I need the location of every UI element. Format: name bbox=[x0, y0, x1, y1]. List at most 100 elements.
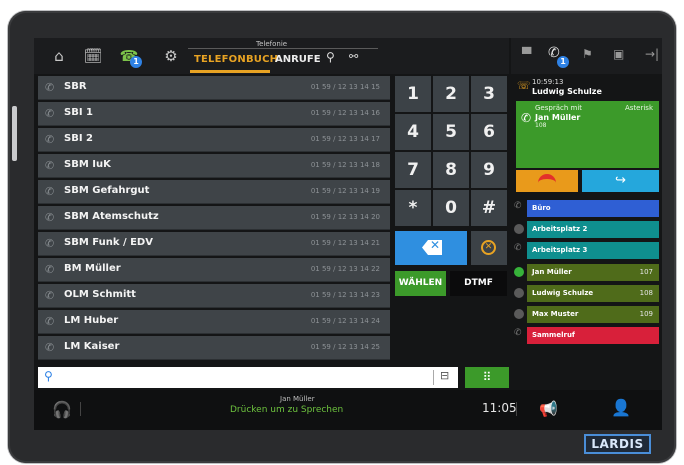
contact-number: 01 59 / 12 13 14 22 bbox=[310, 265, 380, 273]
line-buero[interactable]: Büro bbox=[527, 200, 659, 217]
clear-icon: ✕ bbox=[481, 240, 496, 255]
line-name: Ludwig Schulze bbox=[532, 289, 594, 297]
key-2[interactable]: 2 bbox=[433, 76, 469, 112]
transfer-button[interactable]: ↪ bbox=[582, 170, 659, 192]
contact-row[interactable]: ✆ LM Kaiser 01 59 / 12 13 14 25 bbox=[38, 336, 390, 360]
calendar-clock-icon[interactable]: 🗓 bbox=[82, 46, 104, 66]
phone-icon: ✆ bbox=[514, 201, 522, 211]
clock: 11:05 bbox=[482, 401, 517, 415]
phone-icon: ✆ bbox=[45, 315, 55, 328]
contact-row[interactable]: ✆ SBM Gefahrgut 01 59 / 12 13 14 19 bbox=[38, 180, 390, 204]
contact-row[interactable]: ✆ SBI 2 01 59 / 12 13 14 17 bbox=[38, 128, 390, 152]
home-icon[interactable]: ⌂ bbox=[48, 46, 70, 66]
contact-name: LM Huber bbox=[64, 315, 119, 326]
line-ext: 108 bbox=[639, 289, 653, 297]
phone-icon: ✆ bbox=[45, 211, 55, 224]
line-jan-mueller[interactable]: Jan Müller 107 bbox=[527, 264, 659, 281]
phone-icon: ✆ bbox=[45, 81, 55, 94]
key-8[interactable]: 8 bbox=[433, 152, 469, 188]
missed-call-item[interactable]: ☏ 10:59:13 Ludwig Schulze bbox=[511, 76, 662, 98]
keypad-toggle-button[interactable]: ⠿ bbox=[465, 367, 509, 388]
key-7[interactable]: 7 bbox=[395, 152, 431, 188]
dial-button[interactable]: WÄHLEN bbox=[395, 271, 446, 296]
contact-row[interactable]: ✆ OLM Schmitt 01 59 / 12 13 14 23 bbox=[38, 284, 390, 308]
gear-icon[interactable]: ⚙ bbox=[160, 46, 182, 66]
user-icon[interactable]: 👤 bbox=[611, 398, 631, 417]
phone-icon: ✆ bbox=[45, 263, 55, 276]
device-icon[interactable]: ▣ bbox=[613, 47, 624, 61]
phone-icon: ✆ bbox=[45, 159, 55, 172]
missed-call-time: 10:59:13 bbox=[532, 78, 564, 86]
contact-number: 01 59 / 12 13 14 24 bbox=[310, 317, 380, 325]
phone-icon: ✆ bbox=[45, 107, 55, 120]
line-name: Arbeitsplatz 3 bbox=[532, 246, 588, 254]
contact-row[interactable]: ✆ BM Müller 01 59 / 12 13 14 22 bbox=[38, 258, 390, 282]
search-icon: ⚲ bbox=[44, 369, 53, 383]
contact-number: 01 59 / 12 13 14 18 bbox=[310, 161, 380, 169]
phone-icon: ✆ bbox=[45, 237, 55, 250]
megaphone-icon[interactable]: 📢 bbox=[539, 400, 558, 418]
hangup-icon bbox=[538, 174, 556, 184]
contact-number: 01 59 / 12 13 14 21 bbox=[310, 239, 380, 247]
search-divider bbox=[433, 370, 434, 385]
contact-row[interactable]: ✆ SBM Funk / EDV 01 59 / 12 13 14 21 bbox=[38, 232, 390, 256]
flag-icon[interactable]: ⚑ bbox=[582, 47, 593, 61]
key-5[interactable]: 5 bbox=[433, 114, 469, 150]
line-ludwig-schulze[interactable]: Ludwig Schulze 108 bbox=[527, 285, 659, 302]
key-hash[interactable]: # bbox=[471, 190, 507, 226]
key-star[interactable]: * bbox=[395, 190, 431, 226]
transfer-icon: ↪ bbox=[615, 173, 626, 188]
status-indicator bbox=[514, 309, 524, 319]
key-1[interactable]: 1 bbox=[395, 76, 431, 112]
line-name: Sammelruf bbox=[532, 331, 575, 339]
line-name: Arbeitsplatz 2 bbox=[532, 225, 588, 233]
line-name: Büro bbox=[532, 204, 551, 212]
contact-row[interactable]: ✆ SBM Atemschutz 01 59 / 12 13 14 20 bbox=[38, 206, 390, 230]
tab-phonebook[interactable]: TELEFONBUCH bbox=[194, 54, 278, 65]
section-divider bbox=[188, 48, 378, 49]
backspace-button[interactable]: ✕ bbox=[395, 231, 467, 265]
line-ext: 107 bbox=[639, 268, 653, 276]
contact-name: LM Kaiser bbox=[64, 341, 120, 352]
location-icon[interactable]: ⚲ bbox=[326, 50, 335, 64]
key-6[interactable]: 6 bbox=[471, 114, 507, 150]
missed-call-name: Ludwig Schulze bbox=[532, 87, 602, 96]
key-4[interactable]: 4 bbox=[395, 114, 431, 150]
headset-icon[interactable]: 🎧 bbox=[52, 400, 72, 419]
phone-icon: ✆ bbox=[45, 185, 55, 198]
hangup-button[interactable] bbox=[516, 170, 578, 192]
push-to-talk-button[interactable]: Drücken um zu Sprechen bbox=[230, 405, 343, 415]
call-number: 108 bbox=[535, 122, 547, 129]
bookmark-icon[interactable]: ⊟ bbox=[440, 369, 452, 385]
network-icon[interactable]: ⚯ bbox=[349, 50, 358, 63]
clear-button[interactable]: ✕ bbox=[471, 231, 507, 265]
bottom-bar: 🎧 Jan Müller Drücken um zu Sprechen 11:0… bbox=[34, 390, 662, 430]
key-3[interactable]: 3 bbox=[471, 76, 507, 112]
dtmf-button[interactable]: DTMF bbox=[450, 271, 507, 296]
key-9[interactable]: 9 bbox=[471, 152, 507, 188]
missed-call-icon: ☏ bbox=[517, 79, 531, 92]
search-input[interactable] bbox=[62, 369, 432, 386]
contact-name: OLM Schmitt bbox=[64, 289, 136, 300]
contact-name: SBM IuK bbox=[64, 159, 111, 170]
logout-icon[interactable]: →| bbox=[645, 47, 659, 61]
contact-row[interactable]: ✆ SBM IuK 01 59 / 12 13 14 18 bbox=[38, 154, 390, 178]
contact-name: SBM Funk / EDV bbox=[64, 237, 153, 248]
call-server: Asterisk bbox=[624, 104, 653, 112]
line-max-muster[interactable]: Max Muster 109 bbox=[527, 306, 659, 323]
contact-number: 01 59 / 12 13 14 23 bbox=[310, 291, 380, 299]
line-arbeitsplatz-3[interactable]: Arbeitsplatz 3 bbox=[527, 242, 659, 259]
message-icon[interactable]: ▀ bbox=[522, 47, 531, 61]
search-bar: ⚲ ⊟ bbox=[38, 367, 458, 388]
key-0[interactable]: 0 bbox=[433, 190, 469, 226]
calls-badge: 1 bbox=[557, 56, 569, 68]
line-sammelruf[interactable]: Sammelruf bbox=[527, 327, 659, 344]
contact-row[interactable]: ✆ SBR 01 59 / 12 13 14 15 bbox=[38, 76, 390, 100]
bottom-divider bbox=[80, 402, 81, 416]
phonebook-badge: 1 bbox=[130, 56, 142, 68]
contact-row[interactable]: ✆ SBI 1 01 59 / 12 13 14 16 bbox=[38, 102, 390, 126]
line-arbeitsplatz-2[interactable]: Arbeitsplatz 2 bbox=[527, 221, 659, 238]
line-ext: 109 bbox=[639, 310, 653, 318]
tab-calls[interactable]: ANRUFE bbox=[275, 54, 321, 65]
contact-row[interactable]: ✆ LM Huber 01 59 / 12 13 14 24 bbox=[38, 310, 390, 334]
